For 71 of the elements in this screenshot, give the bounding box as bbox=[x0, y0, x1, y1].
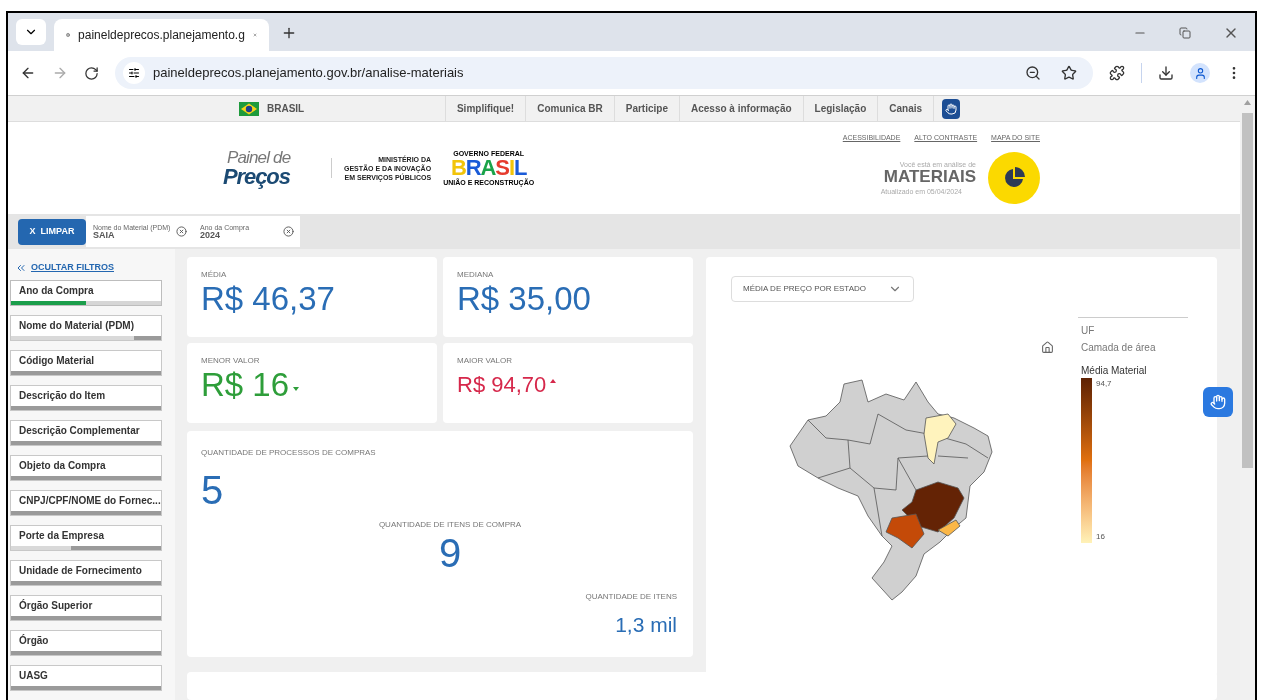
map-metric-dropdown[interactable]: MÉDIA DE PREÇO POR ESTADO bbox=[731, 276, 914, 302]
filter-item[interactable]: Órgão Superior bbox=[10, 594, 162, 621]
kpi-value: R$ 94,70 bbox=[457, 371, 547, 399]
address-bar[interactable]: paineldeprecos.planejamento.gov.br/analise-materiais bbox=[115, 57, 1093, 89]
legend-min: 16 bbox=[1096, 531, 1106, 543]
logo-title: Preços bbox=[223, 165, 290, 188]
home-icon[interactable] bbox=[1041, 341, 1054, 354]
restore-icon[interactable] bbox=[1179, 27, 1191, 39]
gov-bar-link[interactable]: Canais bbox=[878, 96, 935, 121]
filter-item[interactable]: Porte da Empresa bbox=[10, 524, 162, 551]
download-icon[interactable] bbox=[1158, 65, 1174, 81]
count-value: 1,3 mil bbox=[615, 612, 677, 638]
reload-icon[interactable] bbox=[84, 65, 99, 81]
back-icon[interactable] bbox=[20, 65, 36, 81]
hand-icon bbox=[945, 102, 958, 115]
filter-item[interactable]: Descrição Complementar bbox=[10, 419, 162, 446]
legend-max: 94,7 bbox=[1096, 378, 1112, 390]
filter-item[interactable]: UASG bbox=[10, 664, 162, 691]
filter-item[interactable]: Órgão bbox=[10, 629, 162, 656]
gov-bar-link[interactable]: Comunica BR bbox=[526, 96, 615, 121]
kpi-label: MEDIANA bbox=[457, 269, 495, 281]
gov-bar-link[interactable]: Legislação bbox=[803, 96, 879, 121]
gov-bar-link[interactable]: Participe bbox=[614, 96, 680, 121]
kpi-label: MENOR VALOR bbox=[201, 355, 261, 367]
filter-item[interactable]: Código Material bbox=[10, 349, 162, 376]
caret-up-icon bbox=[550, 379, 557, 383]
bookmark-star-icon[interactable] bbox=[1061, 65, 1077, 81]
zoom-icon[interactable] bbox=[1025, 65, 1041, 81]
remove-filter-icon[interactable] bbox=[283, 226, 294, 237]
caret-down-icon bbox=[293, 387, 300, 391]
remove-filter-icon[interactable] bbox=[176, 226, 187, 237]
sign-language-button[interactable] bbox=[1203, 387, 1233, 417]
filter-item[interactable]: Unidade de Fornecimento bbox=[10, 559, 162, 586]
count-label: QUANTIDADE DE ITENS DE COMPRA bbox=[378, 519, 522, 531]
filter-item[interactable]: Nome do Material (PDM) bbox=[10, 314, 162, 341]
clear-filters-button[interactable]: X LIMPAR bbox=[18, 218, 86, 245]
legend-title: UF bbox=[1081, 324, 1096, 338]
gov-bar-link[interactable]: Acesso à informação bbox=[680, 96, 804, 121]
scrollbar[interactable] bbox=[1240, 96, 1255, 700]
filter-item[interactable]: Ano da Compra bbox=[10, 279, 162, 306]
chip-value: SAIA bbox=[93, 230, 115, 240]
profile-avatar[interactable] bbox=[1190, 63, 1210, 83]
site-info-icon[interactable] bbox=[128, 67, 140, 79]
filter-item[interactable]: Objeto da Compra bbox=[10, 454, 162, 481]
context-title: MATERIAIS bbox=[883, 167, 976, 185]
new-tab-icon[interactable] bbox=[281, 25, 297, 41]
filter-item[interactable]: Descrição do Item bbox=[10, 384, 162, 411]
hide-filters-link[interactable]: OCULTAR FILTROS bbox=[31, 261, 114, 275]
count-label: QUANTIDADE DE ITENS bbox=[585, 591, 677, 603]
kpi-value: R$ 16 bbox=[201, 367, 290, 403]
gov-bar-link[interactable]: Simplifique! bbox=[445, 96, 527, 121]
legend-layer: Camada de área bbox=[1081, 341, 1156, 355]
kpi-label: MAIOR VALOR bbox=[457, 355, 513, 367]
chip-value: 2024 bbox=[200, 230, 221, 240]
kpi-value: R$ 46,37 bbox=[201, 281, 335, 317]
brazil-flag-icon bbox=[239, 101, 259, 116]
kpi-label: MÉDIA bbox=[201, 269, 228, 281]
kpi-value: R$ 35,00 bbox=[457, 281, 591, 317]
sign-language-button[interactable] bbox=[942, 98, 960, 119]
filter-item[interactable]: CNPJ/CPF/NOME do Fornec... bbox=[10, 489, 162, 516]
logo-subtitle: Painel de bbox=[227, 148, 291, 166]
count-value: 5 bbox=[201, 467, 225, 514]
count-label: QUANTIDADE DE PROCESSOS DE COMPRAS bbox=[201, 447, 377, 459]
pie-chart-badge bbox=[988, 151, 1040, 204]
legend-measure: Média Material bbox=[1081, 364, 1148, 378]
extensions-icon[interactable] bbox=[1109, 65, 1125, 81]
hand-icon bbox=[1210, 394, 1226, 410]
gov-logo-word: BRASIL bbox=[450, 157, 527, 179]
country-label: BRASIL bbox=[267, 102, 305, 116]
count-value: 9 bbox=[438, 531, 462, 575]
browser-tab[interactable]: paineldeprecos.planejamento.g bbox=[54, 19, 269, 51]
